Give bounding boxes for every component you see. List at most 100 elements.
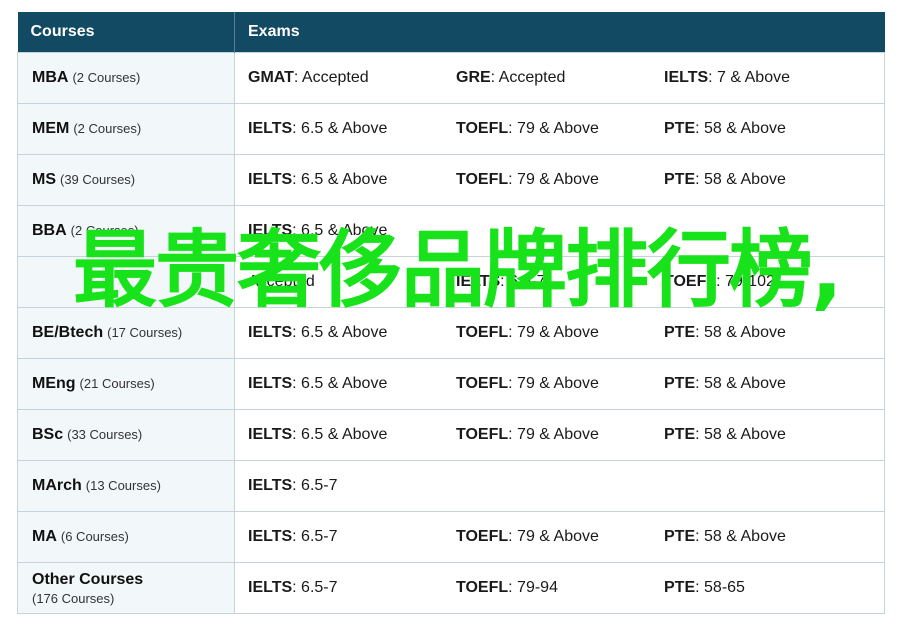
exam-requirement: TOEFL: 79 & Above	[456, 324, 664, 342]
course-name[interactable]: Other Courses	[32, 571, 143, 588]
header-courses: Courses	[17, 12, 235, 53]
exams-cell: IELTS: 6.5 & Above TOEFL: 79 & Above PTE: …	[234, 358, 885, 410]
exam-requirement: TOEFL: 79 & Above	[456, 120, 664, 138]
exam-score: : 58 & Above	[695, 426, 786, 443]
exam-requirement: TOEFL: 79 & Above	[456, 375, 664, 393]
exam-name: TOEFL	[456, 324, 509, 341]
exam-name: PTE	[664, 375, 696, 392]
exam-name: IELTS	[248, 375, 293, 392]
exam-requirement: IELTS: 7 & Above	[664, 69, 872, 87]
course-cell: MArch (13 Courses)	[17, 460, 235, 512]
exam-requirement: PTE: 58 & Above	[664, 426, 872, 444]
course-name[interactable]: MS	[32, 171, 56, 188]
course-cell: MBA (2 Courses)	[17, 52, 235, 104]
exams-cell: IELTS: 6.5 & Above TOEFL: 79 & Above PTE: …	[234, 103, 885, 155]
exams-cell: IELTS: 6.5-7 TOEFL: 79-94 PTE: 58-65	[234, 562, 885, 614]
course-name[interactable]: MBA	[32, 69, 68, 86]
exam-score: : 58 & Above	[695, 171, 786, 188]
exam-requirement: TOEFL: 79 & Above	[456, 171, 664, 189]
exam-name: IELTS	[248, 528, 293, 545]
exam-score: : 58 & Above	[695, 375, 786, 392]
exam-score: : 58-65	[695, 579, 745, 596]
exam-requirement: PTE: 58 & Above	[664, 324, 872, 342]
course-count: (17 Courses)	[107, 325, 183, 340]
course-name[interactable]: MA	[32, 528, 57, 545]
course-count: (176 Courses)	[32, 590, 115, 606]
exam-requirement: TOEFL: 79 & Above	[456, 426, 664, 444]
course-name[interactable]: BSc	[32, 426, 63, 443]
table-header-row: Courses Exams	[17, 12, 885, 53]
exam-name: IELTS	[248, 120, 293, 137]
exam-requirement: IELTS: 6.5 & Above	[248, 375, 456, 393]
table-row: MS (39 Courses) IELTS: 6.5 & Above TOEFL: 7…	[17, 154, 885, 206]
exam-requirement: IELTS: 6.5 & Above	[248, 120, 456, 138]
exam-name: TOEFL	[456, 375, 509, 392]
exam-score: : 79 & Above	[508, 375, 599, 392]
exam-score: : 79 & Above	[508, 324, 599, 341]
exam-name: IELTS	[248, 324, 293, 341]
exam-score: : 6.5-7	[292, 579, 338, 596]
exam-score: : Accepted	[490, 69, 566, 86]
exams-cell: IELTS: 6.5-7 TOEFL: 79 & Above PTE: 58 & A…	[234, 511, 885, 563]
table-row: MBA (2 Courses) GMAT: Accepted GRE: Accepte…	[17, 52, 885, 104]
exam-score: : 79-94	[508, 579, 558, 596]
table-row: MEng (21 Courses) IELTS: 6.5 & Above TOEFL:…	[17, 358, 885, 410]
exam-name: IELTS	[664, 69, 709, 86]
exam-name: TOEFL	[456, 120, 509, 137]
course-count: (21 Courses)	[79, 376, 155, 391]
exam-requirement: IELTS: 6.5 & Above	[248, 426, 456, 444]
exam-score: : 58 & Above	[695, 324, 786, 341]
course-count: (13 Courses)	[85, 478, 161, 493]
course-cell: Other Courses (176 Courses)	[17, 562, 235, 614]
table-row: MEM (2 Courses) IELTS: 6.5 & Above TOEFL: 7…	[17, 103, 885, 155]
exam-name: GMAT	[248, 69, 294, 86]
exam-name: TOEFL	[456, 579, 509, 596]
exam-name: PTE	[664, 324, 696, 341]
exam-name: TOEFL	[456, 528, 509, 545]
exams-cell: IELTS: 6.5-7	[234, 460, 885, 512]
exam-requirement: PTE: 58 & Above	[664, 375, 872, 393]
exam-requirement: PTE: 58-65	[664, 579, 872, 597]
exam-score: : 79 & Above	[508, 426, 599, 443]
table-body: MBA (2 Courses) GMAT: Accepted GRE: Accepte…	[17, 52, 885, 614]
table-row: Other Courses (176 Courses) IELTS: 6.5-7 TO…	[17, 562, 885, 614]
course-name[interactable]: BE/Btech	[32, 324, 103, 341]
exam-name: PTE	[664, 579, 696, 596]
exam-name: PTE	[664, 426, 696, 443]
exam-name: PTE	[664, 528, 696, 545]
course-cell: MEng (21 Courses)	[17, 358, 235, 410]
exam-score: : 6.5 & Above	[292, 375, 388, 392]
exams-cell: IELTS: 6.5 & Above TOEFL: 79 & Above PTE: …	[234, 154, 885, 206]
course-cell: BSc (33 Courses)	[17, 409, 235, 461]
exam-requirement: IELTS: 6.5 & Above	[248, 324, 456, 342]
exam-score: : 7 & Above	[708, 69, 790, 86]
course-name[interactable]: MEM	[32, 120, 69, 137]
table-row: BSc (33 Courses) IELTS: 6.5 & Above TOEFL: …	[17, 409, 885, 461]
course-cell: MA (6 Courses)	[17, 511, 235, 563]
exam-score: : 6.5-7	[292, 477, 338, 494]
exam-name: IELTS	[248, 579, 293, 596]
course-cell: MS (39 Courses)	[17, 154, 235, 206]
exam-requirement: IELTS: 6.5-7	[248, 528, 456, 546]
exam-requirement: TOEFL: 79-94	[456, 579, 664, 597]
exam-requirement: PTE: 58 & Above	[664, 528, 872, 546]
exam-name: TOEFL	[456, 426, 509, 443]
exam-name: IELTS	[248, 477, 293, 494]
course-count: (2 Courses)	[72, 70, 141, 85]
course-count: (2 Courses)	[73, 121, 142, 136]
course-count: (6 Courses)	[60, 529, 129, 544]
course-name[interactable]: MArch	[32, 477, 82, 494]
exam-score: : Accepted	[293, 69, 369, 86]
exam-score: : 6.5-7	[292, 528, 338, 545]
exam-score: : 6.5 & Above	[292, 324, 388, 341]
course-name[interactable]: MEng	[32, 375, 76, 392]
exam-score: : 6.5 & Above	[292, 171, 388, 188]
exam-score: : 58 & Above	[695, 120, 786, 137]
exam-name: IELTS	[248, 171, 293, 188]
exam-score: : 6.5 & Above	[292, 426, 388, 443]
exam-requirement: PTE: 58 & Above	[664, 120, 872, 138]
exam-requirement: PTE: 58 & Above	[664, 171, 872, 189]
exam-score: : 79 & Above	[508, 528, 599, 545]
exam-name: TOEFL	[456, 171, 509, 188]
table-row: MArch (13 Courses) IELTS: 6.5-7	[17, 460, 885, 512]
